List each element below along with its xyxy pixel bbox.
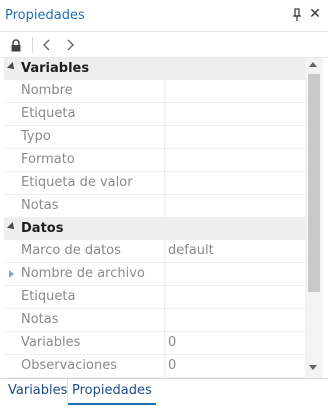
collapse-icon[interactable] [7,62,17,72]
collapse-icon[interactable] [7,222,17,232]
properties-toolbar [0,32,328,58]
scroll-up-icon[interactable] [309,62,317,67]
property-value[interactable]: default [168,243,214,258]
property-row-typo[interactable]: Typo [4,126,305,149]
property-name: Nombre [21,83,73,98]
property-row-etiqueta[interactable]: Etiqueta [4,103,305,126]
pin-icon[interactable] [291,7,303,23]
property-row-etiqueta[interactable]: Etiqueta [4,286,305,309]
panel-tabs: Variables Propiedades [0,378,328,409]
toolbar-separator [32,37,33,53]
column-divider [164,149,165,172]
vertical-scrollbar[interactable] [305,58,323,378]
scroll-down-icon[interactable] [309,365,317,370]
property-name: Typo [21,129,51,144]
property-name: Formato [21,152,75,167]
scrollbar-thumb[interactable] [308,74,320,292]
property-row-etiqueta-de-valor[interactable]: Etiqueta de valor [4,172,305,195]
property-row-notas[interactable]: Notas [4,309,305,332]
column-divider [164,355,165,378]
column-divider [164,103,165,126]
property-name: Etiqueta de valor [21,175,133,190]
column-divider [164,263,165,286]
property-row-notas[interactable]: Notas [4,195,305,218]
category-variables[interactable]: Variables [4,58,305,80]
property-grid: Variables Nombre Etiqueta Typo Formato E… [4,58,305,378]
column-divider [164,332,165,355]
property-name: Notas [21,198,59,213]
panel-title: Propiedades [5,8,85,23]
column-divider [164,240,165,263]
category-datos[interactable]: Datos [4,218,305,240]
property-name: Marco de datos [21,243,121,258]
tab-propiedades[interactable]: Propiedades [68,379,156,405]
column-divider [164,286,165,309]
column-divider [164,126,165,149]
properties-panel: Propiedades ✕ Variables Nombre Etiqueta … [0,0,328,409]
property-name: Etiqueta [21,106,76,121]
property-name: Nombre de archivo [21,266,145,281]
property-name: Notas [21,312,59,327]
property-name: Variables [21,335,81,350]
property-row-marco-de-datos[interactable]: Marco de datos default [4,240,305,263]
property-value[interactable]: 0 [168,335,176,350]
category-label: Variables [21,61,90,76]
lock-icon[interactable] [6,35,26,55]
column-divider [164,172,165,195]
property-row-observaciones[interactable]: Observaciones 0 [4,355,305,378]
property-row-variables[interactable]: Variables 0 [4,332,305,355]
column-divider [164,195,165,218]
expand-icon[interactable] [9,270,14,278]
column-divider [164,309,165,332]
property-row-formato[interactable]: Formato [4,149,305,172]
property-row-nombre[interactable]: Nombre [4,80,305,103]
panel-titlebar: Propiedades ✕ [0,0,328,32]
property-value[interactable]: 0 [168,358,176,373]
chevron-left-icon[interactable] [37,35,57,55]
property-name: Observaciones [21,358,117,373]
property-name: Etiqueta [21,289,76,304]
tab-variables[interactable]: Variables [4,379,68,405]
column-divider [164,80,165,103]
property-row-nombre-de-archivo[interactable]: Nombre de archivo [4,263,305,286]
close-icon[interactable]: ✕ [308,6,322,22]
category-label: Datos [21,221,64,236]
chevron-right-icon[interactable] [60,35,80,55]
